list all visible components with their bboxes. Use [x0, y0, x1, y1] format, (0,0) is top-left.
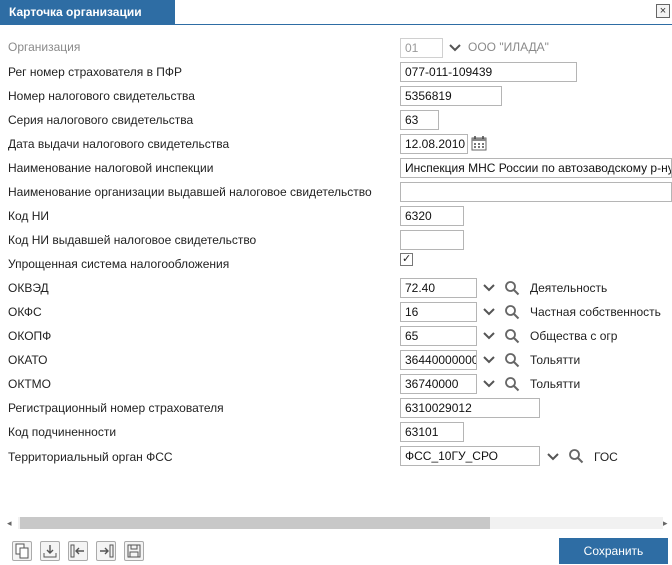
usn-checkbox[interactable]: ✓ [400, 252, 413, 266]
search-icon[interactable] [568, 448, 584, 464]
scroll-right-arrow[interactable]: ▸ [663, 516, 668, 530]
okved-field[interactable]: 72.40 [400, 278, 477, 298]
ni-issuer-field[interactable] [400, 230, 464, 250]
chevron-down-icon[interactable] [482, 281, 496, 295]
issuer-org-label: Наименование организации выдавшей налого… [8, 185, 372, 199]
arrow-left-icon [70, 544, 84, 558]
tax-number-label: Номер налогового свидетельства [8, 89, 195, 103]
oktmo-field[interactable]: 36740000 [400, 374, 477, 394]
tab-organization-card[interactable]: Карточка организации [0, 0, 175, 24]
issuer-org-field[interactable] [400, 182, 672, 202]
subordination-code-label: Код подчиненности [8, 425, 117, 439]
tax-inspection-field[interactable]: Инспекция МНС России по автозаводскому р… [400, 158, 672, 178]
tax-number-field[interactable]: 5356819 [400, 86, 502, 106]
org-label: Организация [8, 40, 81, 54]
reg-number-label: Регистрационный номер страхователя [8, 401, 224, 415]
scroll-left-arrow[interactable]: ◂ [7, 516, 12, 530]
pfr-label: Рег номер страхователя в ПФР [8, 65, 183, 79]
import-button[interactable] [40, 541, 60, 561]
forward-button[interactable] [96, 541, 116, 561]
fss-description: ГОС [594, 450, 618, 464]
search-icon[interactable] [504, 376, 520, 392]
tab-bar: Карточка организации [0, 0, 672, 25]
oktmo-description: Тольятти [530, 377, 581, 391]
okopf-field[interactable]: 65 [400, 326, 477, 346]
download-icon [43, 545, 57, 558]
ni-issuer-label: Код НИ выдавшей налоговое свидетельство [8, 233, 257, 247]
chevron-down-icon[interactable] [482, 377, 496, 391]
okved-label: ОКВЭД [8, 281, 49, 295]
tax-inspection-label: Наименование налоговой инспекции [8, 161, 214, 175]
search-icon[interactable] [504, 304, 520, 320]
chevron-down-icon[interactable] [448, 41, 462, 55]
usn-label: Упрощенная система налогообложения [8, 257, 230, 271]
chevron-down-icon[interactable] [482, 329, 496, 343]
subordination-code-field[interactable]: 63101 [400, 422, 464, 442]
org-name: ООО "ИЛАДА" [468, 40, 549, 54]
copy-button[interactable] [12, 541, 32, 561]
ni-code-label: Код НИ [8, 209, 50, 223]
okopf-description: Общества с огр [530, 329, 618, 343]
okopf-label: ОКОПФ [8, 329, 52, 343]
chevron-down-icon[interactable] [482, 305, 496, 319]
back-button[interactable] [68, 541, 88, 561]
search-icon[interactable] [504, 328, 520, 344]
okato-description: Тольятти [530, 353, 581, 367]
okved-description: Деятельность [530, 281, 608, 295]
close-icon[interactable]: × [656, 4, 670, 18]
okato-label: ОКАТО [8, 353, 48, 367]
save-button[interactable]: Сохранить [559, 538, 668, 564]
save-disk-button[interactable] [124, 541, 144, 561]
tax-series-label: Серия налогового свидетельства [8, 113, 194, 127]
oktmo-label: ОКТМО [8, 377, 51, 391]
okfs-description: Частная собственность [530, 305, 661, 319]
pfr-field[interactable]: 077-011-109439 [400, 62, 577, 82]
search-icon[interactable] [504, 280, 520, 296]
search-icon[interactable] [504, 352, 520, 368]
arrow-right-icon [100, 544, 114, 558]
org-code-field[interactable]: 01 [400, 38, 443, 58]
tax-date-field[interactable]: 12.08.2010 [400, 134, 468, 154]
check-icon: ✓ [402, 252, 412, 265]
fss-field[interactable]: ФСС_10ГУ_СРО [400, 446, 540, 466]
chevron-down-icon[interactable] [546, 450, 560, 464]
reg-number-field[interactable]: 6310029012 [400, 398, 540, 418]
copy-icon [15, 543, 29, 559]
tax-date-label: Дата выдачи налогового свидетельства [8, 137, 230, 151]
okfs-field[interactable]: 16 [400, 302, 477, 322]
chevron-down-icon[interactable] [482, 353, 496, 367]
calendar-icon[interactable] [471, 135, 487, 151]
fss-label: Территориальный орган ФСС [8, 450, 173, 464]
okfs-label: ОКФС [8, 305, 42, 319]
tax-series-field[interactable]: 63 [400, 110, 439, 130]
ni-code-field[interactable]: 6320 [400, 206, 464, 226]
floppy-disk-icon [127, 544, 141, 558]
okato-field[interactable]: 36440000000 [400, 350, 477, 370]
scrollbar-thumb[interactable] [20, 517, 490, 529]
